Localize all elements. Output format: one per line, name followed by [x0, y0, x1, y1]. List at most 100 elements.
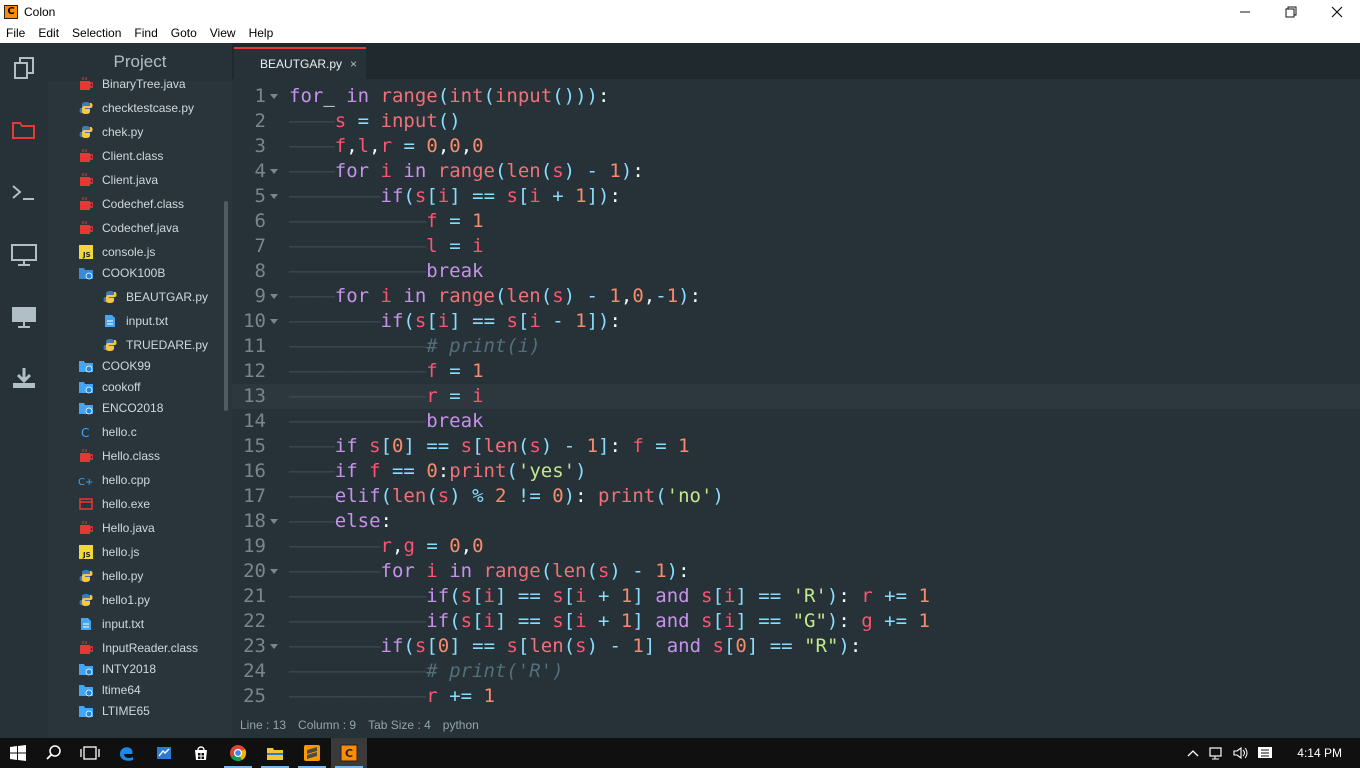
code-line[interactable]: 9 ————for i in range(len(s) - 1,0,-1):: [232, 284, 1360, 309]
code-token: =: [414, 535, 450, 557]
code-line[interactable]: 11 ————————————# print(i): [232, 334, 1360, 359]
search-icon[interactable]: [36, 738, 72, 768]
code-line[interactable]: 15 ————if s[0] == s[len(s) - 1]: f = 1: [232, 434, 1360, 459]
network-icon[interactable]: [1205, 738, 1229, 768]
file-item[interactable]: cookoff: [78, 376, 140, 398]
maximize-button[interactable]: [1268, 0, 1314, 23]
file-item[interactable]: COOK99: [78, 355, 151, 377]
code-line[interactable]: 20 ————————for i in range(len(s) - 1):: [232, 559, 1360, 584]
file-item[interactable]: ltime64: [78, 679, 141, 701]
folder-icon[interactable]: [0, 110, 48, 150]
menu-file[interactable]: File: [0, 26, 32, 40]
code-line[interactable]: 1 for_ in range(int(input())):: [232, 84, 1360, 109]
code-line[interactable]: 17 ————elif(len(s) % 2 != 0): print('no'): [232, 484, 1360, 509]
file-item[interactable]: Client.java: [78, 169, 158, 191]
code-line[interactable]: 14 ————————————break: [232, 409, 1360, 434]
desktop-icon[interactable]: [0, 297, 48, 337]
code-line[interactable]: 7 ————————————l = i: [232, 234, 1360, 259]
code-line[interactable]: 8 ————————————break: [232, 259, 1360, 284]
code-line[interactable]: 18 ————else:: [232, 509, 1360, 534]
colon-app-icon[interactable]: C: [331, 738, 367, 768]
code-editor[interactable]: 1 for_ in range(int(input())): 2 ————s = in…: [232, 79, 1360, 712]
tab-close-icon[interactable]: ×: [350, 57, 357, 71]
menu-goto[interactable]: Goto: [165, 26, 204, 40]
taskbar-clock[interactable]: 4:14 PM: [1277, 746, 1360, 760]
chrome-icon[interactable]: [220, 738, 256, 768]
file-item[interactable]: C++ hello.cpp: [78, 469, 150, 491]
download-icon[interactable]: [0, 358, 48, 398]
terminal-icon[interactable]: [0, 173, 48, 213]
file-item[interactable]: hello1.py: [78, 589, 150, 611]
sublime-text-icon[interactable]: [294, 738, 330, 768]
file-item[interactable]: Client.class: [78, 145, 163, 167]
file-item[interactable]: input.txt: [102, 310, 168, 332]
menu-selection[interactable]: Selection: [66, 26, 128, 40]
code-line[interactable]: 4 ————for i in range(len(s) - 1):: [232, 159, 1360, 184]
file-item[interactable]: ENCO2018: [78, 397, 163, 419]
minimize-button[interactable]: [1222, 0, 1268, 23]
file-item[interactable]: hello.exe: [78, 493, 150, 515]
tab-beautgar[interactable]: BEAUTGAR.py ×: [234, 47, 366, 79]
status-tab-size[interactable]: Tab Size : 4: [368, 718, 431, 732]
file-item[interactable]: checktestcase.py: [78, 97, 194, 119]
code-token: 0: [426, 460, 438, 482]
file-item[interactable]: Chello.c: [78, 421, 137, 443]
code-line[interactable]: 13 ————————————r = i: [232, 384, 1360, 409]
menu-find[interactable]: Find: [128, 26, 164, 40]
windows-store-icon[interactable]: [183, 738, 219, 768]
file-item[interactable]: chek.py: [78, 121, 143, 143]
menu-edit[interactable]: Edit: [32, 26, 66, 40]
file-item[interactable]: COOK100B: [78, 262, 165, 284]
code-token: ==: [380, 460, 427, 482]
chevron-up-icon[interactable]: [1181, 738, 1205, 768]
code-line[interactable]: 24 ————————————# print('R'): [232, 659, 1360, 684]
explorer-icon[interactable]: [0, 48, 48, 88]
action-center-icon[interactable]: [1253, 738, 1277, 768]
code-token: ]): [586, 185, 610, 207]
code-line[interactable]: 3 ————f,l,r = 0,0,0: [232, 134, 1360, 159]
menu-view[interactable]: View: [204, 26, 243, 40]
code-line[interactable]: 6 ————————————f = 1: [232, 209, 1360, 234]
code-line[interactable]: 10 ————————if(s[i] == s[i - 1]):: [232, 309, 1360, 334]
file-item[interactable]: BEAUTGAR.py: [102, 286, 208, 308]
close-window-button[interactable]: [1314, 0, 1360, 23]
code-text: ————————if(s[i] == s[i + 1]):: [289, 184, 621, 209]
code-line[interactable]: 16 ————if f == 0:print('yes'): [232, 459, 1360, 484]
file-item[interactable]: JS console.js: [78, 241, 155, 263]
code-line[interactable]: 5 ————————if(s[i] == s[i + 1]):: [232, 184, 1360, 209]
task-view-icon[interactable]: [72, 738, 108, 768]
file-item[interactable]: BinaryTree.java: [78, 73, 186, 95]
code-line[interactable]: 2 ————s = input(): [232, 109, 1360, 134]
file-explorer-icon[interactable]: [257, 738, 293, 768]
code-line[interactable]: 19 ————————r,g = 0,0: [232, 534, 1360, 559]
code-line[interactable]: 21 ————————————if(s[i] == s[i + 1] and s[…: [232, 584, 1360, 609]
code-line[interactable]: 25 ————————————r += 1: [232, 684, 1360, 709]
code-token: int: [449, 85, 484, 107]
code-token: range: [437, 285, 495, 307]
python-icon: [102, 337, 118, 353]
file-item[interactable]: InputReader.class: [78, 637, 198, 659]
edge-icon[interactable]: [108, 738, 144, 768]
store-app-icon[interactable]: [146, 738, 182, 768]
file-item[interactable]: Hello.class: [78, 445, 160, 467]
file-item[interactable]: Hello.java: [78, 517, 155, 539]
monitor-icon[interactable]: [0, 235, 48, 275]
file-item[interactable]: TRUEDARE.py: [102, 334, 208, 356]
status-language[interactable]: python: [443, 718, 479, 732]
code-line[interactable]: 23 ————————if(s[0] == s[len(s) - 1] and s…: [232, 634, 1360, 659]
file-item[interactable]: input.txt: [78, 613, 144, 635]
code-token: :: [575, 485, 599, 507]
start-icon[interactable]: [0, 738, 36, 768]
code-line[interactable]: 22 ————————————if(s[i] == s[i + 1] and s[…: [232, 609, 1360, 634]
file-item[interactable]: hello.py: [78, 565, 143, 587]
file-item[interactable]: INTY2018: [78, 658, 156, 680]
sidebar-scrollbar[interactable]: [224, 201, 228, 411]
file-item[interactable]: LTIME65: [78, 700, 150, 722]
volume-icon[interactable]: [1229, 738, 1253, 768]
file-item[interactable]: JS hello.js: [78, 541, 139, 563]
code-line[interactable]: 12 ————————————f = 1: [232, 359, 1360, 384]
menu-help[interactable]: Help: [243, 26, 281, 40]
file-item[interactable]: Codechef.class: [78, 193, 184, 215]
file-item[interactable]: Codechef.java: [78, 217, 179, 239]
indent-guide: ————: [289, 360, 335, 382]
